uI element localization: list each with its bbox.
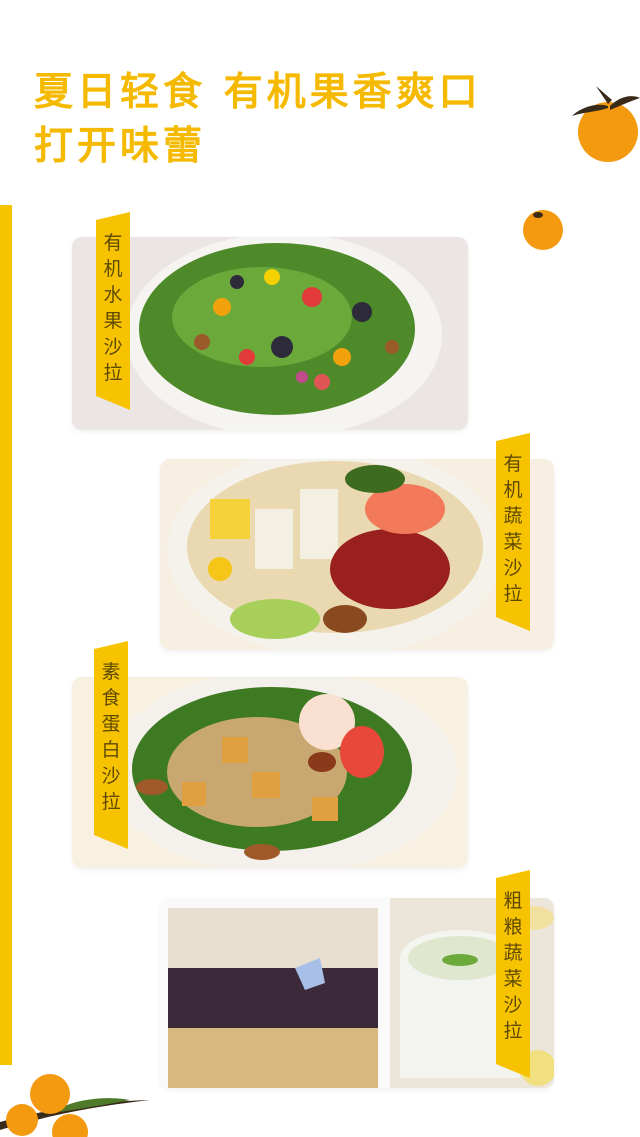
tag-char: 果 bbox=[103, 310, 123, 332]
tag-char: 拉 bbox=[103, 362, 123, 384]
tag-char: 粗 bbox=[503, 890, 523, 912]
salad-card-protein[interactable] bbox=[72, 677, 468, 868]
tag-label: 素食蛋白沙拉 bbox=[94, 659, 128, 815]
left-accent-bar bbox=[0, 205, 12, 1065]
headline-line-2: 打开味蕾 bbox=[34, 124, 207, 169]
tag-fruit-salad: 有机水果沙拉 bbox=[96, 212, 130, 410]
protein-salad-image bbox=[72, 677, 468, 868]
tag-char: 素 bbox=[101, 661, 121, 683]
salad-card-vegetable[interactable] bbox=[160, 459, 554, 650]
grain-salad-image bbox=[160, 898, 554, 1088]
headline-line-1: 夏日轻食 有机果香爽口 bbox=[34, 70, 482, 115]
tag-char: 沙 bbox=[103, 336, 123, 358]
tag-char: 菜 bbox=[503, 968, 523, 990]
tag-char: 拉 bbox=[503, 583, 523, 605]
vegetable-salad-image bbox=[160, 459, 554, 650]
tag-char: 机 bbox=[103, 258, 123, 280]
tag-char: 拉 bbox=[101, 791, 121, 813]
tag-char: 白 bbox=[101, 739, 121, 761]
tag-label: 有机水果沙拉 bbox=[96, 230, 130, 386]
tag-char: 沙 bbox=[503, 994, 523, 1016]
orange-fruit-icon bbox=[572, 86, 640, 162]
tag-grain-salad: 粗粮蔬菜沙拉 bbox=[496, 870, 530, 1078]
tag-char: 机 bbox=[503, 479, 523, 501]
tag-char: 蔬 bbox=[503, 942, 523, 964]
tag-char: 菜 bbox=[503, 531, 523, 553]
tag-char: 沙 bbox=[101, 765, 121, 787]
fruit-salad-image bbox=[72, 237, 468, 430]
tag-label: 粗粮蔬菜沙拉 bbox=[496, 888, 530, 1044]
tag-label: 有机蔬菜沙拉 bbox=[496, 451, 530, 607]
tag-char: 粮 bbox=[503, 916, 523, 938]
tag-char: 食 bbox=[101, 687, 121, 709]
tag-char: 拉 bbox=[503, 1020, 523, 1042]
orange-branch-icon bbox=[0, 1074, 150, 1137]
tag-protein-salad: 素食蛋白沙拉 bbox=[94, 641, 128, 849]
tag-char: 蔬 bbox=[503, 505, 523, 527]
page-headline: 夏日轻食 有机果香爽口 打开味蕾 bbox=[34, 66, 482, 174]
tag-char: 水 bbox=[103, 284, 123, 306]
salad-card-fruit[interactable] bbox=[72, 237, 468, 430]
tag-char: 有 bbox=[103, 232, 123, 254]
tag-char: 沙 bbox=[503, 557, 523, 579]
tag-char: 有 bbox=[503, 453, 523, 475]
salad-card-grain[interactable] bbox=[160, 898, 554, 1088]
small-orange-icon bbox=[523, 210, 563, 250]
tag-vegetable-salad: 有机蔬菜沙拉 bbox=[496, 433, 530, 631]
tag-char: 蛋 bbox=[101, 713, 121, 735]
